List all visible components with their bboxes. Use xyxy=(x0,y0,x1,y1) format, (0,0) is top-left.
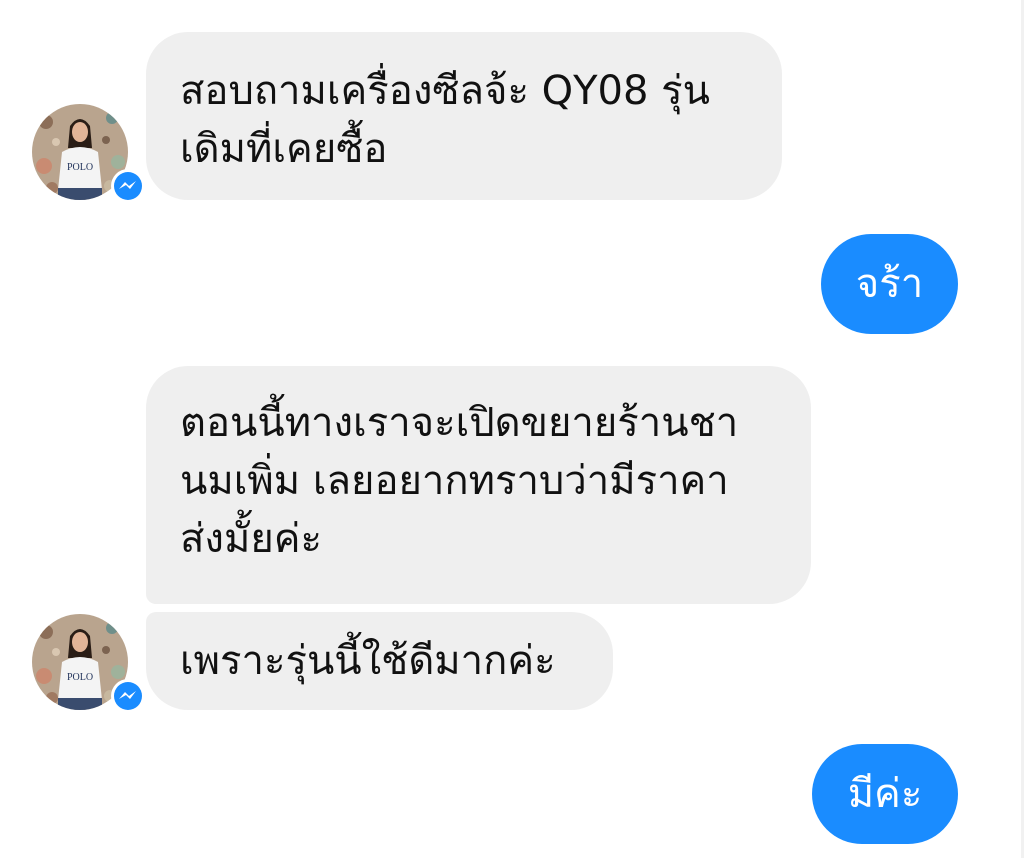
avatar-shirt-text: POLO xyxy=(67,162,93,173)
message-line: จร้า xyxy=(855,261,924,307)
messenger-bolt-icon xyxy=(110,168,146,204)
incoming-message-bubble[interactable]: เพราะรุ่นนี้ใช้ดีมากค่ะ xyxy=(146,612,613,710)
message-line: มีค่ะ xyxy=(847,771,923,817)
chat-conversation: สอบถามเครื่องซีลจ้ะ QY08 รุ่น เดิมที่เคย… xyxy=(0,0,1024,858)
contact-avatar[interactable]: POLO xyxy=(32,614,145,713)
message-line: สอบถามเครื่องซีลจ้ะ QY08 รุ่น xyxy=(180,68,710,114)
message-line: ส่งมั้ยค่ะ xyxy=(180,516,322,562)
outgoing-message-bubble[interactable]: จร้า xyxy=(821,234,958,334)
messenger-bolt-icon xyxy=(110,678,146,714)
outgoing-message-bubble[interactable]: มีค่ะ xyxy=(812,744,958,844)
message-line: ตอนนี้ทางเราจะเปิดขยายร้านชา xyxy=(180,400,739,446)
avatar-shirt-text: POLO xyxy=(67,672,93,683)
incoming-message-bubble[interactable]: สอบถามเครื่องซีลจ้ะ QY08 รุ่น เดิมที่เคย… xyxy=(146,32,782,200)
contact-avatar[interactable]: POLO xyxy=(32,104,145,203)
message-line: เพราะรุ่นนี้ใช้ดีมากค่ะ xyxy=(180,638,556,684)
message-line: นมเพิ่ม เลยอยากทราบว่ามีราคา xyxy=(180,458,729,504)
message-line: เดิมที่เคยซื้อ xyxy=(180,126,388,172)
incoming-message-bubble[interactable]: ตอนนี้ทางเราจะเปิดขยายร้านชา นมเพิ่ม เลย… xyxy=(146,366,811,604)
